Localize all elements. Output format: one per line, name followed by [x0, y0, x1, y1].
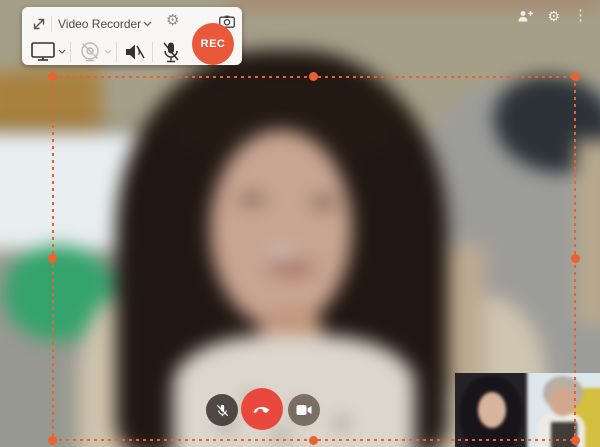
subject-lips	[268, 262, 314, 275]
call-hang-up-button[interactable]	[241, 388, 283, 430]
shirt-pattern	[278, 430, 285, 441]
chevron-down-icon[interactable]	[58, 49, 66, 54]
pip-caller-right	[527, 373, 600, 447]
selection-handle-top-left[interactable]	[48, 72, 57, 81]
subject-eye	[238, 194, 266, 205]
toolbar-divider	[51, 16, 52, 32]
selection-handle-bottom-center[interactable]	[309, 436, 318, 445]
share-contact-icon[interactable]	[517, 9, 534, 23]
pip-caller-left	[455, 373, 527, 447]
selection-handle-bottom-right[interactable]	[571, 436, 580, 445]
window-controls: ⚙ ⋮	[517, 8, 588, 23]
subject-shirt	[173, 335, 415, 447]
recorder-mode-title[interactable]: Video Recorder	[58, 17, 141, 31]
microphone-muted-icon[interactable]	[160, 40, 182, 64]
speaker-muted-icon[interactable]	[123, 42, 147, 62]
subject-face-detail	[268, 250, 296, 261]
selection-handle-middle-left[interactable]	[48, 254, 57, 263]
call-camera-button[interactable]	[288, 394, 320, 426]
app-settings-gear-icon[interactable]: ⚙	[547, 9, 560, 23]
selection-handle-middle-right[interactable]	[571, 254, 580, 263]
toolbar-divider	[116, 42, 117, 62]
microphone-muted-icon	[215, 403, 230, 418]
display-source-icon[interactable]	[31, 42, 55, 61]
recorder-settings-gear-icon[interactable]: ⚙	[166, 13, 179, 28]
background-detail	[228, 0, 600, 5]
selection-handle-top-center[interactable]	[309, 72, 318, 81]
toolbar-divider	[70, 42, 71, 62]
subject-face	[210, 130, 352, 328]
rec-button[interactable]: REC	[192, 23, 234, 65]
chevron-down-icon[interactable]	[143, 21, 152, 27]
hang-up-phone-icon	[251, 398, 273, 420]
call-mute-microphone-button[interactable]	[206, 394, 238, 426]
chevron-down-icon[interactable]	[104, 49, 112, 54]
more-options-kebab-icon[interactable]: ⋮	[573, 8, 588, 23]
webcam-disabled-icon[interactable]	[78, 40, 102, 64]
resize-diagonal-icon[interactable]	[31, 16, 47, 32]
subject-eye	[310, 197, 338, 208]
selection-handle-bottom-left[interactable]	[48, 436, 57, 445]
screen-recorder-app: Video Recorder ⚙	[0, 0, 600, 447]
recorder-toolbar: Video Recorder ⚙	[22, 7, 242, 65]
background-detail	[576, 140, 600, 325]
picture-in-picture-thumbnail[interactable]	[455, 373, 600, 447]
toolbar-divider	[152, 42, 153, 62]
video-camera-icon	[296, 404, 312, 416]
selection-handle-top-right[interactable]	[571, 72, 580, 81]
